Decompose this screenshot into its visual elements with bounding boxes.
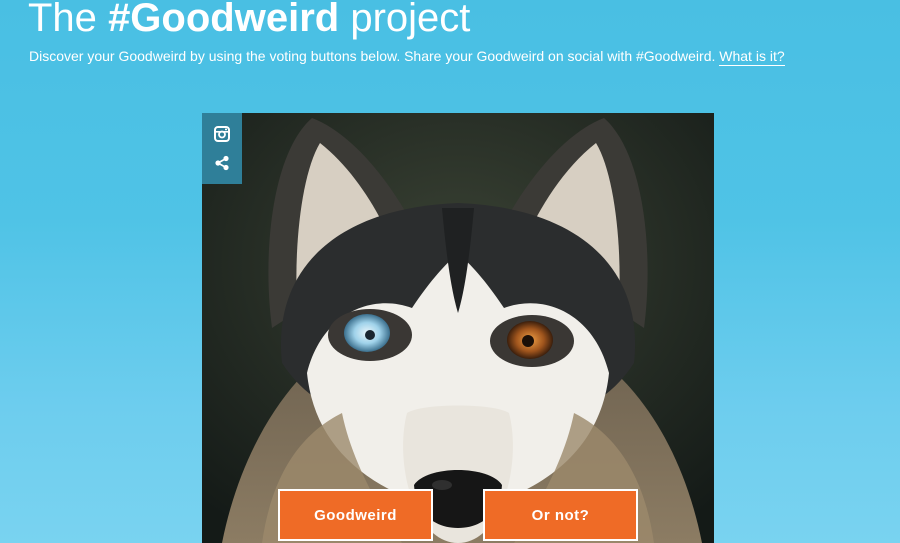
title-suffix: project <box>350 0 471 40</box>
page-title: The #Goodweird project <box>28 0 470 42</box>
title-prefix: The <box>28 0 97 40</box>
what-is-it-link[interactable]: What is it? <box>719 48 785 66</box>
share-icon[interactable] <box>213 154 231 172</box>
page-description: Discover your Goodweird by using the vot… <box>29 46 785 66</box>
instagram-icon[interactable] <box>213 125 231 143</box>
title-hashtag: #Goodweird <box>108 0 340 40</box>
photo-card <box>202 113 714 543</box>
dog-photo <box>202 113 714 543</box>
social-icon-bar <box>202 113 242 184</box>
vote-or-not-button[interactable]: Or not? <box>483 489 638 541</box>
description-text: Discover your Goodweird by using the vot… <box>29 48 716 64</box>
vote-goodweird-button[interactable]: Goodweird <box>278 489 433 541</box>
